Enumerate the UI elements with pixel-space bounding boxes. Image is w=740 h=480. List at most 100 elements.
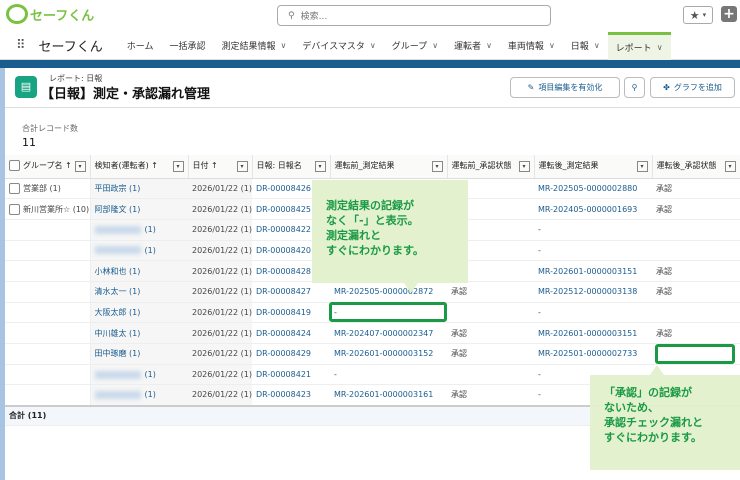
nav-item-label: 日報 xyxy=(570,42,589,52)
column-menu-icon[interactable]: ▾ xyxy=(724,161,736,173)
column-menu-icon[interactable]: ▾ xyxy=(74,161,86,173)
post-result-cell[interactable]: MR-202501-0000002733 xyxy=(534,343,652,365)
add-icon[interactable]: + xyxy=(721,6,737,22)
column-label: 運転前_承認状態 xyxy=(451,161,512,171)
column-menu-icon[interactable]: ▾ xyxy=(172,161,184,173)
report-link[interactable]: DR-00008419 xyxy=(252,302,330,324)
chevron-down-icon[interactable]: ∨ xyxy=(594,41,600,50)
post-result-cell[interactable]: MR-202601-0000003151 xyxy=(534,322,652,344)
date-cell: 2026/01/22 (1) xyxy=(188,364,252,386)
post-result-cell[interactable]: MR-202512-0000003138 xyxy=(534,281,652,303)
nav-item-label: ホーム xyxy=(126,42,154,52)
app-launcher-icon[interactable]: ⠿ xyxy=(16,38,25,53)
post-result-cell: - xyxy=(534,240,652,262)
chevron-down-icon[interactable]: ∨ xyxy=(432,41,438,50)
post-result-cell[interactable]: MR-202405-0000001693 xyxy=(534,198,652,220)
group-cell xyxy=(5,302,91,324)
column-header[interactable]: 検知者(運転者) ↑ ▾ xyxy=(90,155,189,179)
column-label: 日付 ↑ xyxy=(192,161,218,171)
pre-result-cell[interactable]: MR-202505-0000002872 xyxy=(330,281,447,303)
column-menu-icon[interactable]: ▾ xyxy=(236,161,248,173)
column-header[interactable]: 日報: 日報名 ▾ xyxy=(252,155,331,179)
group-cell xyxy=(5,240,91,262)
report-link[interactable]: DR-00008423 xyxy=(252,384,330,407)
nav-item-1[interactable]: 一括承認 xyxy=(162,32,214,60)
search-report-button[interactable]: ⚲ xyxy=(624,77,645,98)
detector-cell[interactable]: 中川雄太 (1) xyxy=(90,322,188,344)
pre-result-cell[interactable]: MR-202601-0000003152 xyxy=(330,343,447,365)
favorites-button[interactable]: ★ ▾ xyxy=(683,6,713,24)
column-menu-icon[interactable]: ▾ xyxy=(431,161,443,173)
pre-result-cell[interactable]: MR-202601-0000003161 xyxy=(330,384,447,407)
post-result-cell: - xyxy=(534,219,652,241)
select-all-checkbox[interactable] xyxy=(9,160,20,172)
report-link[interactable]: DR-00008427 xyxy=(252,281,330,303)
date-cell: 2026/01/22 (1) xyxy=(188,198,252,220)
enable-edit-button[interactable]: ✎ 項目編集を有効化 xyxy=(510,77,620,98)
date-cell: 2026/01/22 (1) xyxy=(188,178,252,200)
column-header[interactable]: 運転後_測定結果 ▾ xyxy=(534,155,653,179)
nav-item-6[interactable]: 車両情報 ∨ xyxy=(500,32,563,60)
enable-edit-label: 項目編集を有効化 xyxy=(538,83,603,92)
column-header[interactable]: 運転前_測定結果 ▾ xyxy=(330,155,448,179)
chevron-down-icon[interactable]: ∨ xyxy=(486,41,492,50)
post-result-cell[interactable]: MR-202601-0000003151 xyxy=(534,260,652,282)
date-cell: 2026/01/22 (1) xyxy=(188,302,252,324)
logo[interactable]: セーフくん xyxy=(6,4,94,24)
detector-cell[interactable]: (1) xyxy=(90,364,188,386)
column-menu-icon[interactable]: ▾ xyxy=(518,161,530,173)
chevron-down-icon[interactable]: ∨ xyxy=(281,41,287,50)
nav-item-5[interactable]: 運転者 ∨ xyxy=(446,32,500,60)
nav-item-3[interactable]: デバイスマスタ ∨ xyxy=(294,32,383,60)
detector-cell[interactable]: 阿部隆文 (1) xyxy=(90,198,188,220)
detector-cell[interactable]: 平田政宗 (1) xyxy=(90,178,188,200)
nav-item-0[interactable]: ホーム xyxy=(119,32,162,60)
row-checkbox[interactable] xyxy=(9,203,20,215)
chevron-down-icon[interactable]: ∨ xyxy=(657,43,663,52)
post-result-cell[interactable]: MR-202505-0000002880 xyxy=(534,178,652,200)
nav-item-2[interactable]: 測定結果情報 ∨ xyxy=(214,32,295,60)
logo-text: セーフくん xyxy=(30,8,95,24)
column-header[interactable]: グループ名 ↑ ▾ xyxy=(5,155,91,179)
nav-item-label: レポート xyxy=(615,43,652,54)
detector-name: 清水太一 (1) xyxy=(94,287,141,297)
post-status-cell: 承認 xyxy=(652,178,740,200)
chevron-down-icon: ▾ xyxy=(702,11,707,19)
post-status-cell xyxy=(652,302,740,324)
pre-result-cell[interactable]: MR-202407-0000002347 xyxy=(330,322,447,344)
column-header[interactable]: 運転前_承認状態 ▾ xyxy=(447,155,535,179)
chevron-down-icon[interactable]: ∨ xyxy=(549,41,555,50)
report-header: ▤ レポート: 日報 【日報】測定・承認漏れ管理 ✎ 項目編集を有効化 ⚲ ✤ グラ… xyxy=(5,68,740,108)
nav-item-4[interactable]: グループ ∨ xyxy=(384,32,446,60)
callout-missing-measurement: 測定結果の記録が なく「-」と表示。 測定漏れと すぐにわかります。 xyxy=(312,180,468,283)
detector-cell[interactable]: 小林和也 (1) xyxy=(90,260,188,282)
detector-cell[interactable]: (1) xyxy=(90,384,188,407)
nav-item-7[interactable]: 日報 ∨ xyxy=(563,32,608,60)
table-row: 田中琢磨 (1) 2026/01/22 (1) DR-00008429 MR-2026… xyxy=(5,343,740,365)
chevron-down-icon[interactable]: ∨ xyxy=(370,41,376,50)
nav-item-8[interactable]: レポート ∨ xyxy=(607,31,671,60)
post-status-cell xyxy=(652,240,740,262)
report-link[interactable]: DR-00008429 xyxy=(252,343,330,365)
detector-cell[interactable]: 清水太一 (1) xyxy=(90,281,188,303)
group-cell xyxy=(5,322,91,344)
nav-item-label: デバイスマスタ xyxy=(302,42,365,52)
report-link[interactable]: DR-00008424 xyxy=(252,322,330,344)
column-menu-icon[interactable]: ▾ xyxy=(636,161,648,173)
column-header[interactable]: 運転後_承認状態 ▾ xyxy=(652,155,740,179)
detector-cell[interactable]: (1) xyxy=(90,240,188,262)
callout-line: すぐにわかります。 xyxy=(326,244,424,257)
column-header[interactable]: 日付 ↑ ▾ xyxy=(188,155,253,179)
column-menu-icon[interactable]: ▾ xyxy=(314,161,326,173)
detector-cell[interactable]: 大阪太郎 (1) xyxy=(90,302,188,324)
callout-pointer xyxy=(650,365,664,375)
chart-icon: ✤ xyxy=(663,83,670,92)
detector-name: (1) xyxy=(144,370,156,380)
search-input[interactable]: ⚲ 検索... xyxy=(277,5,551,26)
add-chart-button[interactable]: ✤ グラフを追加 xyxy=(650,77,735,98)
record-count-value: 11 xyxy=(22,136,36,149)
row-checkbox[interactable] xyxy=(9,182,20,194)
detector-cell[interactable]: 田中琢磨 (1) xyxy=(90,343,188,365)
report-link[interactable]: DR-00008421 xyxy=(252,364,330,386)
detector-cell[interactable]: (1) xyxy=(90,219,188,241)
